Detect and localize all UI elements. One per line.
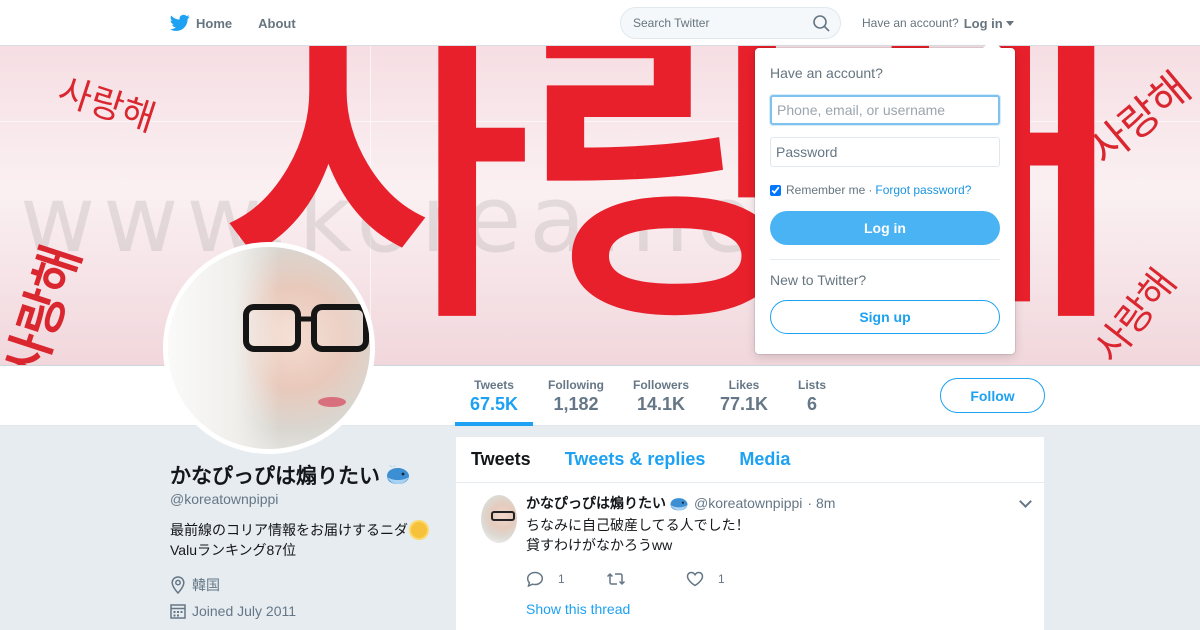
tweet-item[interactable]: かなぴっぴは煽りたい @koreatownpippi · 8m ちなみに自己破産… (456, 483, 1044, 630)
tab-media[interactable]: Media (739, 449, 790, 470)
forgot-password-link[interactable]: Forgot password? (875, 183, 971, 197)
tweet-header: かなぴっぴは煽りたい @koreatownpippi · 8m (526, 493, 1044, 513)
calendar-icon (170, 604, 186, 619)
stat-label: Tweets (474, 378, 514, 392)
stat-following[interactable]: Following 1,182 (548, 378, 604, 415)
nav-home[interactable]: Home (170, 14, 232, 32)
profile-handle[interactable]: @koreatownpippi (170, 491, 278, 507)
nav-about-label: About (258, 15, 296, 31)
bio-line: 最前線のコリア情報をお届けするニダ (170, 520, 450, 540)
tweet-text: ちなみに自己破産してる人でした！ 貸すわけがなかろうww (526, 515, 1044, 555)
new-to-twitter-text: New to Twitter? (770, 272, 867, 288)
login-link-label: Log in (963, 15, 1003, 31)
sun-emoji-icon (411, 522, 427, 538)
banner-small-text: 사랑해 (53, 70, 161, 141)
separator-dot: · (868, 183, 873, 197)
location-pin-icon (171, 576, 185, 594)
profile-bio: 最前線のコリア情報をお届けするニダ Valuランキング87位 (170, 520, 450, 560)
remember-me-checkbox[interactable] (770, 184, 781, 196)
tweet-text-line: ちなみに自己破産してる人でした！ (526, 517, 750, 533)
stat-label: Lists (798, 378, 827, 392)
dropdown-title: Have an account? (770, 65, 883, 81)
timeline-tabs: Tweets Tweets & replies Media (456, 437, 1044, 483)
reply-count: 1 (558, 572, 565, 586)
glasses-shape (491, 511, 515, 521)
banner-small-text: 사랑해 (0, 238, 92, 366)
joined-text: Joined July 2011 (192, 603, 297, 619)
whale-emoji-icon (387, 465, 409, 484)
stat-value: 1,182 (553, 394, 599, 414)
stat-value: 6 (807, 394, 818, 414)
login-button[interactable]: Log in (770, 211, 1000, 245)
active-stat-underline (455, 422, 533, 426)
stat-label: Likes (728, 378, 760, 392)
profile-joined: Joined July 2011 (170, 603, 296, 619)
show-thread-link[interactable]: Show this thread (526, 601, 630, 617)
caret-down-icon (1005, 20, 1014, 26)
timeline: Tweets Tweets & replies Media かなぴっぴは煽りたい… (456, 437, 1044, 630)
tab-tweets[interactable]: Tweets (471, 449, 531, 470)
twitter-bird-icon (170, 14, 190, 31)
stat-tweets[interactable]: Tweets 67.5K (470, 378, 518, 415)
signup-button[interactable]: Sign up (770, 300, 1000, 334)
glasses-shape (243, 304, 369, 352)
nav-about[interactable]: About (258, 16, 296, 31)
stat-followers[interactable]: Followers 14.1K (633, 378, 689, 415)
avatar-photo (168, 247, 370, 449)
profile-location: 韓国 (170, 575, 220, 595)
search-icon[interactable] (813, 15, 830, 32)
have-account-text: Have an account? (862, 16, 959, 30)
location-text: 韓国 (192, 577, 220, 593)
stat-value: 14.1K (636, 394, 686, 414)
like-button[interactable]: 1 (686, 571, 766, 587)
search-box (620, 7, 841, 39)
profile-avatar[interactable] (163, 242, 375, 454)
retweet-button[interactable] (606, 571, 686, 587)
stat-label: Following (548, 378, 604, 392)
stat-lists[interactable]: Lists 6 (798, 378, 826, 415)
stat-likes[interactable]: Likes 77.1K (720, 378, 768, 415)
nav-left: Home About (170, 0, 322, 46)
tweet-timestamp[interactable]: · 8m (807, 495, 835, 511)
remember-me-row: Remember me · Forgot password? (770, 183, 1000, 197)
tweet-text-line: 貸すわけがなかろうww (526, 537, 673, 553)
search-input[interactable] (621, 8, 801, 38)
like-count: 1 (718, 572, 725, 586)
whale-emoji-icon (670, 497, 688, 510)
stat-value: 77.1K (720, 394, 769, 414)
tab-tweets-replies[interactable]: Tweets & replies (565, 449, 706, 470)
bio-line: Valuランキング87位 (170, 540, 450, 560)
tweet-author-name[interactable]: かなぴっぴは煽りたい (526, 493, 666, 513)
bio-text: Valuランキング87位 (170, 542, 297, 558)
reply-button[interactable]: 1 (526, 571, 606, 587)
tweet-actions: 1 1 (526, 571, 1044, 587)
remember-me-label: Remember me (786, 183, 866, 197)
login-menu-toggle[interactable]: Log in (964, 16, 1014, 31)
reply-icon (526, 571, 544, 587)
bio-text: 最前線のコリア情報をお届けするニダ (170, 522, 408, 538)
avatar-lips (318, 397, 346, 407)
top-nav-bar: Home About Have an account? Log in (0, 0, 1200, 46)
follow-button[interactable]: Follow (940, 378, 1045, 413)
username-field[interactable] (770, 95, 1000, 125)
heart-icon (686, 571, 704, 587)
stat-value: 67.5K (470, 394, 519, 414)
nav-home-label: Home (196, 15, 233, 31)
retweet-icon (606, 572, 626, 586)
profile-name-text: かなぴっぴは煽りたい (170, 465, 380, 488)
dropdown-divider (770, 259, 1000, 260)
stat-label: Followers (633, 378, 690, 392)
tweet-author-handle[interactable]: @koreatownpippi (694, 495, 802, 511)
password-field[interactable] (770, 137, 1000, 167)
profile-name: かなぴっぴは煽りたい (170, 460, 412, 490)
tweet-avatar[interactable] (481, 495, 517, 543)
login-dropdown: Have an account? Remember me · Forgot pa… (755, 39, 1015, 354)
